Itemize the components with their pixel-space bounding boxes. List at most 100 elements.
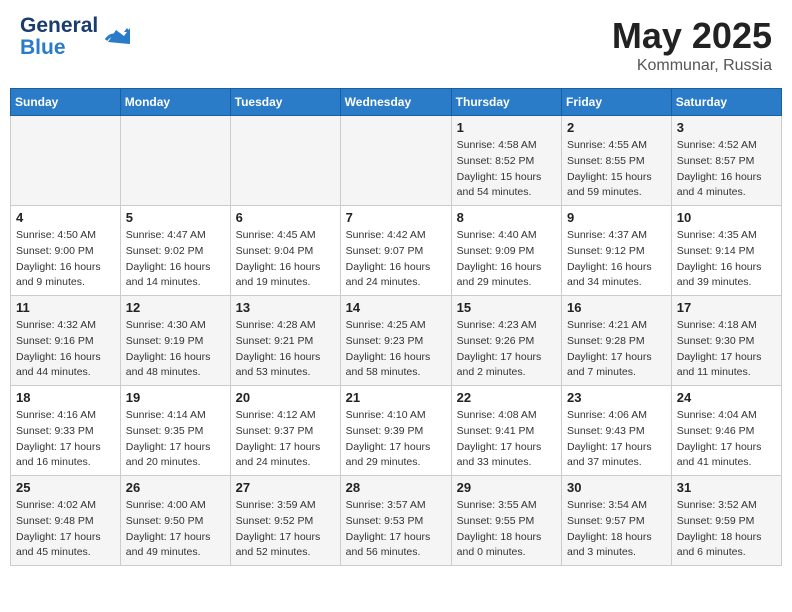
day-info: Sunrise: 4:02 AM Sunset: 9:48 PM Dayligh… — [16, 498, 115, 561]
calendar-day-cell: 2Sunrise: 4:55 AM Sunset: 8:55 PM Daylig… — [562, 116, 672, 206]
day-info: Sunrise: 4:18 AM Sunset: 9:30 PM Dayligh… — [677, 318, 776, 381]
calendar-day-cell: 25 Sunrise: 4:02 AM Sunset: 9:48 PM Dayli… — [11, 476, 121, 566]
calendar-day-cell: 17Sunrise: 4:18 AM Sunset: 9:30 PM Dayli… — [671, 296, 781, 386]
day-number: 26 — [126, 480, 225, 495]
day-number: 2 — [567, 120, 666, 135]
day-number: 15 — [457, 300, 556, 315]
calendar-day-cell: 14Sunrise: 4:25 AM Sunset: 9:23 PM Dayli… — [340, 296, 451, 386]
day-info: Sunrise: 3:52 AM Sunset: 9:59 PM Dayligh… — [677, 498, 776, 561]
day-info: Sunrise: 4:58 AM Sunset: 8:52 PM Dayligh… — [457, 138, 556, 201]
day-info: Sunrise: 4:00 AM Sunset: 9:50 PM Dayligh… — [126, 498, 225, 561]
calendar-empty-cell — [340, 116, 451, 206]
calendar-day-cell: 20 Sunrise: 4:12 AM Sunset: 9:37 PM Dayli… — [230, 386, 340, 476]
day-info: Sunrise: 4:06 AM Sunset: 9:43 PM Dayligh… — [567, 408, 666, 471]
day-number: 9 — [567, 210, 666, 225]
calendar-empty-cell — [120, 116, 230, 206]
day-info: Sunrise: 4:35 AM Sunset: 9:14 PM Dayligh… — [677, 228, 776, 291]
calendar-day-cell: 15 Sunrise: 4:23 AM Sunset: 9:26 PM Dayli… — [451, 296, 561, 386]
calendar-empty-cell — [11, 116, 121, 206]
day-info: Sunrise: 4:12 AM Sunset: 9:37 PM Dayligh… — [236, 408, 335, 471]
calendar-day-cell: 10 Sunrise: 4:35 AM Sunset: 9:14 PM Dayli… — [671, 206, 781, 296]
calendar-week-row: 18 Sunrise: 4:16 AM Sunset: 9:33 PM Dayli… — [11, 386, 782, 476]
calendar-day-cell: 27 Sunrise: 3:59 AM Sunset: 9:52 PM Dayli… — [230, 476, 340, 566]
day-info: Sunrise: 4:08 AM Sunset: 9:41 PM Dayligh… — [457, 408, 556, 471]
day-info: Sunrise: 3:54 AM Sunset: 9:57 PM Dayligh… — [567, 498, 666, 561]
day-info: Sunrise: 3:55 AM Sunset: 9:55 PM Dayligh… — [457, 498, 556, 561]
day-info: Sunrise: 3:59 AM Sunset: 9:52 PM Dayligh… — [236, 498, 335, 561]
calendar-day-cell: 11 Sunrise: 4:32 AM Sunset: 9:16 PM Dayli… — [11, 296, 121, 386]
weekday-header-row: SundayMondayTuesdayWednesdayThursdayFrid… — [11, 89, 782, 116]
weekday-header-friday: Friday — [562, 89, 672, 116]
day-number: 22 — [457, 390, 556, 405]
day-number: 1 — [457, 120, 556, 135]
day-number: 18 — [16, 390, 115, 405]
weekday-header-sunday: Sunday — [11, 89, 121, 116]
calendar-day-cell: 9 Sunrise: 4:37 AM Sunset: 9:12 PM Daylig… — [562, 206, 672, 296]
day-number: 24 — [677, 390, 776, 405]
day-info: Sunrise: 4:42 AM Sunset: 9:07 PM Dayligh… — [346, 228, 446, 291]
day-number: 25 — [16, 480, 115, 495]
day-info: Sunrise: 4:32 AM Sunset: 9:16 PM Dayligh… — [16, 318, 115, 381]
calendar-day-cell: 19Sunrise: 4:14 AM Sunset: 9:35 PM Dayli… — [120, 386, 230, 476]
calendar-day-cell: 31 Sunrise: 3:52 AM Sunset: 9:59 PM Dayli… — [671, 476, 781, 566]
day-number: 20 — [236, 390, 335, 405]
day-number: 5 — [126, 210, 225, 225]
day-number: 4 — [16, 210, 115, 225]
day-info: Sunrise: 4:45 AM Sunset: 9:04 PM Dayligh… — [236, 228, 335, 291]
day-number: 21 — [346, 390, 446, 405]
calendar-week-row: 25 Sunrise: 4:02 AM Sunset: 9:48 PM Dayli… — [11, 476, 782, 566]
calendar-day-cell: 8 Sunrise: 4:40 AM Sunset: 9:09 PM Daylig… — [451, 206, 561, 296]
logo-icon — [102, 22, 130, 50]
calendar-day-cell: 7 Sunrise: 4:42 AM Sunset: 9:07 PM Daylig… — [340, 206, 451, 296]
day-info: Sunrise: 4:52 AM Sunset: 8:57 PM Dayligh… — [677, 138, 776, 201]
day-info: Sunrise: 4:14 AM Sunset: 9:35 PM Dayligh… — [126, 408, 225, 471]
day-info: Sunrise: 4:04 AM Sunset: 9:46 PM Dayligh… — [677, 408, 776, 471]
day-number: 8 — [457, 210, 556, 225]
day-number: 12 — [126, 300, 225, 315]
logo-blue: Blue — [20, 37, 98, 59]
calendar-empty-cell — [230, 116, 340, 206]
weekday-header-tuesday: Tuesday — [230, 89, 340, 116]
calendar-day-cell: 12 Sunrise: 4:30 AM Sunset: 9:19 PM Dayli… — [120, 296, 230, 386]
day-info: Sunrise: 4:30 AM Sunset: 9:19 PM Dayligh… — [126, 318, 225, 381]
day-info: Sunrise: 4:40 AM Sunset: 9:09 PM Dayligh… — [457, 228, 556, 291]
day-info: Sunrise: 4:23 AM Sunset: 9:26 PM Dayligh… — [457, 318, 556, 381]
calendar-day-cell: 1 Sunrise: 4:58 AM Sunset: 8:52 PM Daylig… — [451, 116, 561, 206]
day-number: 16 — [567, 300, 666, 315]
day-number: 30 — [567, 480, 666, 495]
day-info: Sunrise: 4:10 AM Sunset: 9:39 PM Dayligh… — [346, 408, 446, 471]
weekday-header-wednesday: Wednesday — [340, 89, 451, 116]
logo: General Blue — [20, 15, 130, 59]
calendar-day-cell: 21 Sunrise: 4:10 AM Sunset: 9:39 PM Dayli… — [340, 386, 451, 476]
location-title: Kommunar, Russia — [612, 57, 772, 75]
day-number: 31 — [677, 480, 776, 495]
day-info: Sunrise: 4:25 AM Sunset: 9:23 PM Dayligh… — [346, 318, 446, 381]
calendar-week-row: 1 Sunrise: 4:58 AM Sunset: 8:52 PM Daylig… — [11, 116, 782, 206]
day-info: Sunrise: 4:28 AM Sunset: 9:21 PM Dayligh… — [236, 318, 335, 381]
day-info: Sunrise: 4:50 AM Sunset: 9:00 PM Dayligh… — [16, 228, 115, 291]
weekday-header-monday: Monday — [120, 89, 230, 116]
calendar-day-cell: 26 Sunrise: 4:00 AM Sunset: 9:50 PM Dayli… — [120, 476, 230, 566]
calendar-day-cell: 29Sunrise: 3:55 AM Sunset: 9:55 PM Dayli… — [451, 476, 561, 566]
day-info: Sunrise: 4:37 AM Sunset: 9:12 PM Dayligh… — [567, 228, 666, 291]
calendar-day-cell: 23 Sunrise: 4:06 AM Sunset: 9:43 PM Dayli… — [562, 386, 672, 476]
calendar-day-cell: 22 Sunrise: 4:08 AM Sunset: 9:41 PM Dayli… — [451, 386, 561, 476]
calendar-day-cell: 16Sunrise: 4:21 AM Sunset: 9:28 PM Dayli… — [562, 296, 672, 386]
page-header: General Blue May 2025 Kommunar, Russia — [10, 10, 782, 80]
calendar-day-cell: 6 Sunrise: 4:45 AM Sunset: 9:04 PM Daylig… — [230, 206, 340, 296]
day-number: 6 — [236, 210, 335, 225]
title-block: May 2025 Kommunar, Russia — [612, 15, 772, 75]
day-number: 10 — [677, 210, 776, 225]
calendar-week-row: 4 Sunrise: 4:50 AM Sunset: 9:00 PM Daylig… — [11, 206, 782, 296]
calendar-day-cell: 5Sunrise: 4:47 AM Sunset: 9:02 PM Daylig… — [120, 206, 230, 296]
calendar-day-cell: 3Sunrise: 4:52 AM Sunset: 8:57 PM Daylig… — [671, 116, 781, 206]
month-title: May 2025 — [612, 15, 772, 57]
day-number: 23 — [567, 390, 666, 405]
day-number: 28 — [346, 480, 446, 495]
calendar-day-cell: 4 Sunrise: 4:50 AM Sunset: 9:00 PM Daylig… — [11, 206, 121, 296]
day-number: 7 — [346, 210, 446, 225]
day-info: Sunrise: 4:16 AM Sunset: 9:33 PM Dayligh… — [16, 408, 115, 471]
calendar-day-cell: 18 Sunrise: 4:16 AM Sunset: 9:33 PM Dayli… — [11, 386, 121, 476]
day-number: 27 — [236, 480, 335, 495]
day-number: 11 — [16, 300, 115, 315]
